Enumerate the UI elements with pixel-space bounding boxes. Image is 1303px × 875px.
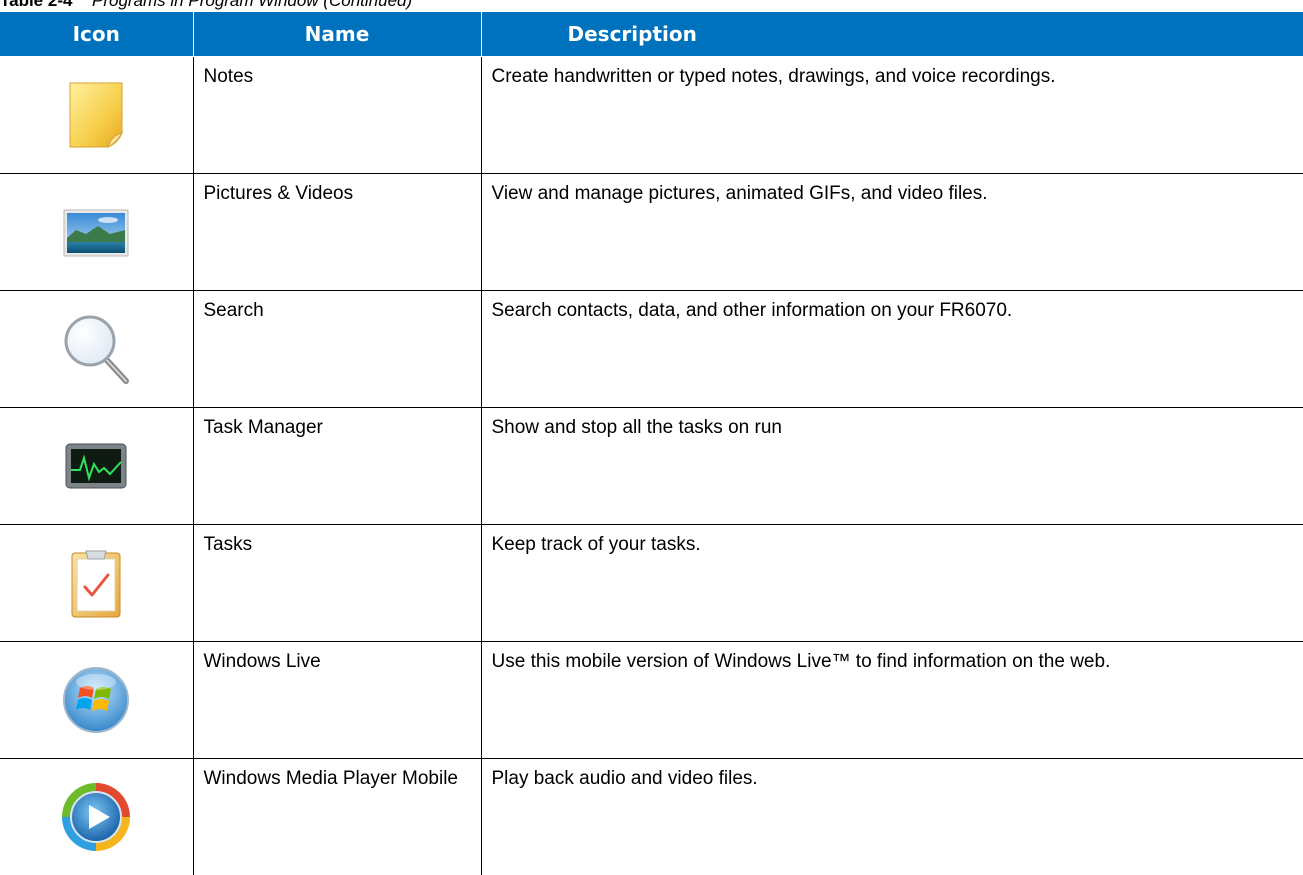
- table-header-row: Icon Name Description: [0, 12, 1303, 57]
- table-row: Windows Media Player Mobile Play back au…: [0, 759, 1303, 875]
- table-cell-description: Play back audio and video files.: [481, 759, 1303, 875]
- table-row: Search Search contacts, data, and other …: [0, 291, 1303, 408]
- table-caption-label: Table 2-4: [0, 0, 92, 11]
- table-row: Tasks Keep track of your tasks.: [0, 525, 1303, 642]
- table-cell-description: Use this mobile version of Windows Live™…: [481, 642, 1303, 759]
- table-cell-name: Task Manager: [193, 408, 481, 525]
- table-cell-description: View and manage pictures, animated GIFs,…: [481, 174, 1303, 291]
- table-cell-name: Windows Media Player Mobile: [193, 759, 481, 875]
- search-icon: [58, 311, 134, 387]
- table-cell-name: Search: [193, 291, 481, 408]
- table-cell-description: Create handwritten or typed notes, drawi…: [481, 57, 1303, 174]
- table-cell-name: Windows Live: [193, 642, 481, 759]
- table-cell-description: Keep track of your tasks.: [481, 525, 1303, 642]
- table-cell-description: Search contacts, data, and other informa…: [481, 291, 1303, 408]
- table-caption-title: Programs in Program Window (Continued): [92, 0, 412, 10]
- table-row: Pictures & Videos View and manage pictur…: [0, 174, 1303, 291]
- table-cell-name: Pictures & Videos: [193, 174, 481, 291]
- table-caption: Table 2-4Programs in Program Window (Con…: [0, 0, 412, 11]
- tasks-icon: [58, 545, 134, 621]
- table-cell-description: Show and stop all the tasks on run: [481, 408, 1303, 525]
- column-header-name: Name: [193, 12, 481, 57]
- pictures-videos-icon: [58, 194, 134, 270]
- windows-live-icon: [58, 662, 134, 738]
- column-header-description: Description: [481, 12, 1303, 57]
- table-row: Notes Create handwritten or typed notes,…: [0, 57, 1303, 174]
- task-manager-icon: [58, 428, 134, 504]
- programs-table: Icon Name Description: [0, 12, 1303, 875]
- table-row: Windows Live Use this mobile version of …: [0, 642, 1303, 759]
- column-header-icon: Icon: [0, 12, 193, 57]
- table-cell-name: Tasks: [193, 525, 481, 642]
- table-cell-name: Notes: [193, 57, 481, 174]
- windows-media-player-icon: [58, 779, 134, 855]
- notes-icon: [58, 77, 134, 153]
- table-row: Task Manager Show and stop all the tasks…: [0, 408, 1303, 525]
